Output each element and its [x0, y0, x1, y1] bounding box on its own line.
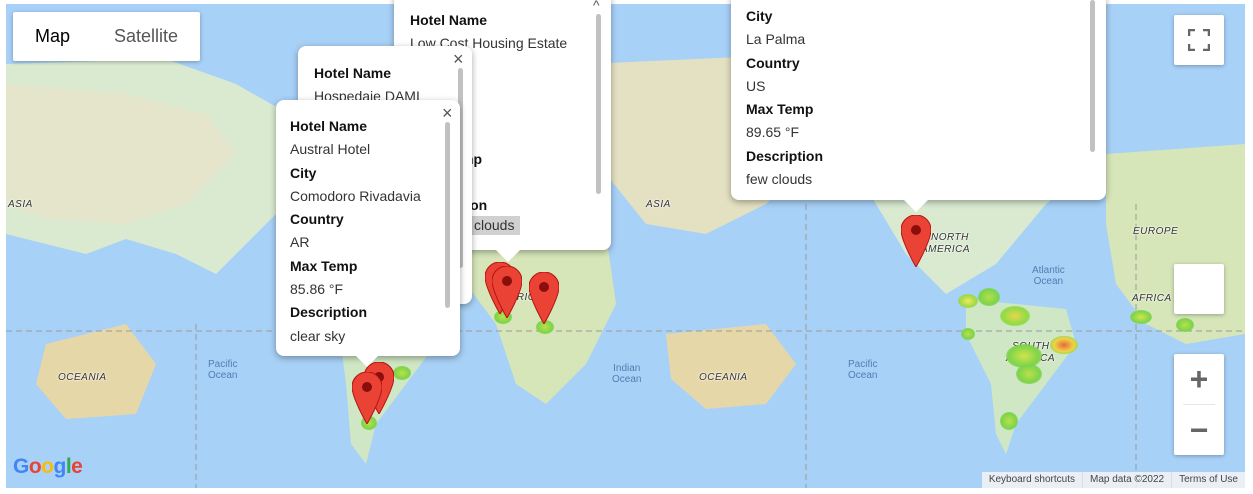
field-label-description: Description [746, 147, 824, 164]
heatmap-point [1050, 336, 1078, 354]
keyboard-shortcuts-link[interactable]: Keyboard shortcuts [982, 472, 1082, 488]
field-label-hotel-name: Hotel Name [410, 12, 488, 28]
heatmap-point [1130, 310, 1152, 324]
map-footer: Keyboard shortcuts Map data ©2022 Terms … [981, 472, 1245, 488]
map-data-attribution: Map data ©2022 [1082, 472, 1171, 488]
info-window-tail [496, 250, 520, 262]
heatmap-point [1000, 412, 1018, 430]
field-label-description: Description [290, 304, 368, 321]
heatmap-point [961, 328, 975, 340]
ocean-label-indian: Indian Ocean [612, 363, 642, 385]
close-icon[interactable]: × [442, 104, 453, 122]
ocean-label-atlantic: Atlantic Ocean [1032, 265, 1065, 287]
map-marker[interactable] [492, 266, 522, 318]
terms-of-use-link[interactable]: Terms of Use [1171, 472, 1245, 488]
map-marker[interactable] [529, 272, 559, 324]
zoom-out-button[interactable]: − [1174, 405, 1224, 455]
field-value-description: few clouds [746, 171, 813, 188]
field-label-max-temp: Max Temp [746, 101, 814, 118]
field-value-country: AR [290, 234, 310, 251]
fullscreen-icon [1188, 29, 1210, 51]
field-label-max-temp: Max Temp [290, 257, 358, 274]
heatmap-point [393, 366, 411, 380]
ocean-label-pacific-right: Pacific Ocean [848, 359, 878, 381]
info-window-scrollbar[interactable] [596, 14, 601, 194]
map-type-satellite-button[interactable]: Satellite [92, 12, 200, 61]
fullscreen-button[interactable] [1174, 15, 1224, 65]
field-value-country: US [746, 77, 766, 94]
heatmap-point [978, 288, 1000, 306]
map-marker[interactable] [901, 215, 931, 267]
continent-label-north: NORTH [931, 232, 969, 243]
field-label-city: City [746, 8, 773, 24]
field-label-country: Country [746, 54, 800, 71]
info-window-la-palma: City La Palma Country US Max Temp 89.65 … [731, 0, 1106, 200]
info-window-austral: × Hotel Name Austral Hotel City Comodoro… [276, 100, 460, 356]
google-logo: Google [13, 455, 83, 478]
heatmap-point [1000, 306, 1030, 326]
heatmap-point [1016, 364, 1042, 384]
field-value-max-temp: 89.65 °F [746, 124, 800, 141]
field-value-description: clouds [468, 216, 521, 235]
continent-label-oceania-mid: OCEANIA [699, 372, 748, 383]
zoom-control: + − [1174, 354, 1224, 455]
info-window-tail [355, 355, 379, 367]
field-label-city: City [290, 164, 317, 181]
heatmap-point [1176, 318, 1194, 332]
field-value-max-temp: 85.86 °F [290, 281, 344, 298]
continent-label-asia-mid: ASIA [646, 199, 671, 210]
field-value-city: La Palma [746, 31, 806, 48]
info-window-tail [904, 200, 928, 212]
field-label-country: Country [290, 211, 344, 228]
field-label-hotel-name: Hotel Name [290, 118, 368, 134]
map-type-map-button[interactable]: Map [13, 12, 92, 61]
map-type-control: Map Satellite [13, 12, 201, 61]
continent-label-europe: EUROPE [1133, 226, 1179, 237]
field-value-hotel-name: Austral Hotel [290, 141, 371, 158]
info-window-scrollbar[interactable] [445, 122, 450, 308]
field-value-city: Comodoro Rivadavia [290, 187, 421, 204]
continent-label-oceania-left: OCEANIA [58, 372, 107, 383]
zoom-in-button[interactable]: + [1174, 354, 1224, 404]
field-label-hotel-name: Hotel Name [314, 65, 392, 81]
continent-label-asia-left: ASIA [8, 199, 33, 210]
close-icon[interactable]: × [453, 50, 464, 68]
ocean-label-pacific-left: Pacific Ocean [208, 359, 238, 381]
street-view-pegman[interactable] [1174, 264, 1224, 314]
field-value-description: clear sky [290, 327, 346, 344]
info-window-scrollbar[interactable] [1090, 0, 1095, 152]
map-marker[interactable] [352, 372, 382, 424]
heatmap-point [958, 294, 978, 308]
continent-label-africa-right: AFRICA [1132, 293, 1172, 304]
chevron-up-icon[interactable]: ^ [593, 0, 600, 12]
